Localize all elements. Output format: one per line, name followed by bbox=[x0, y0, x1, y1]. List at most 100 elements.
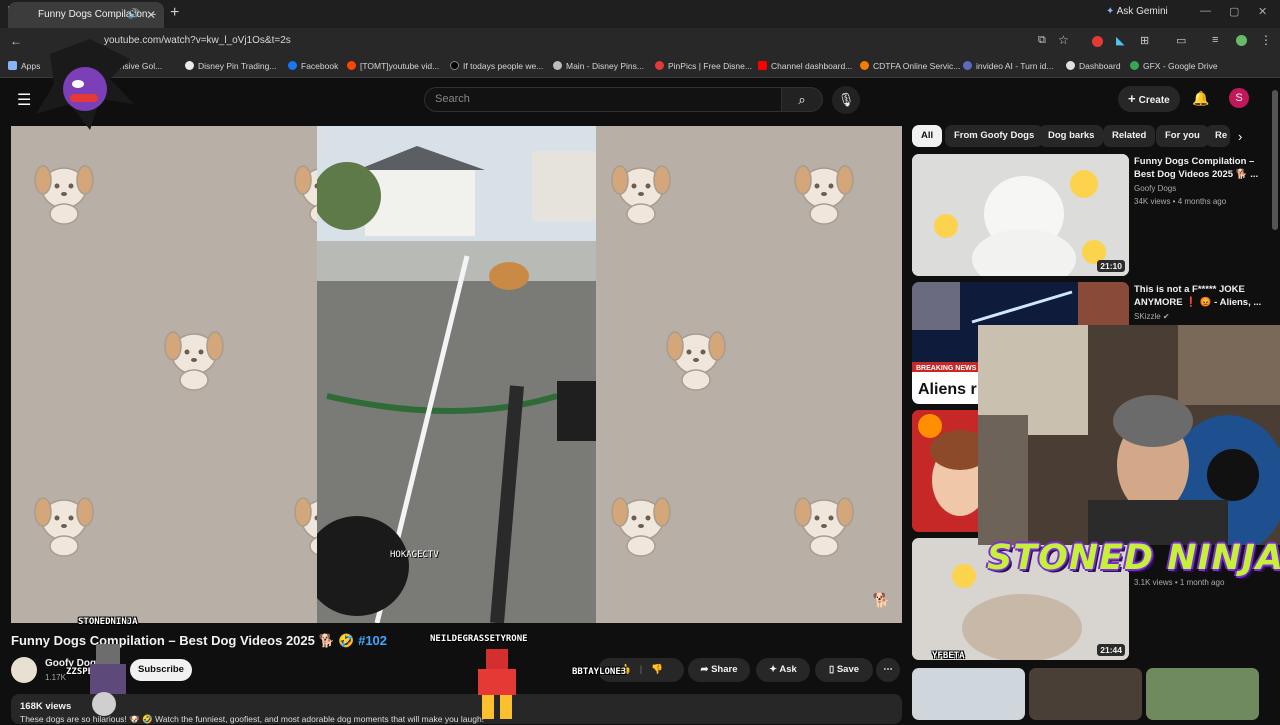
close-tab-icon[interactable]: ✕ bbox=[146, 2, 156, 28]
dog-emoji-icon: 🐕 bbox=[872, 592, 890, 608]
bookmark-label: PinPics | Free Disne... bbox=[668, 61, 752, 71]
thumbs-down-icon[interactable]: 👎 bbox=[651, 664, 663, 675]
page-scrollbar[interactable] bbox=[1272, 90, 1278, 230]
bookmark-item[interactable]: Channel dashboard... bbox=[758, 61, 852, 71]
related-channel[interactable]: Goofy Dogs bbox=[1134, 184, 1176, 193]
window-close-icon[interactable]: ✕ bbox=[1258, 5, 1267, 18]
save-button[interactable]: ▯ Save bbox=[815, 658, 873, 682]
bookmark-item[interactable]: Main - Disney Pins... bbox=[553, 61, 644, 71]
purple-ninja-mascot-icon bbox=[36, 39, 134, 130]
share-button[interactable]: ➦ Share bbox=[688, 658, 750, 682]
related-meta: 34K views • 4 months ago bbox=[1134, 197, 1227, 206]
notifications-bell-icon[interactable]: 🔔 bbox=[1192, 90, 1209, 107]
gemini-icon: ✦ bbox=[1106, 6, 1115, 17]
share-label: Share bbox=[711, 664, 738, 675]
browser-tab[interactable]: Funny Dogs Compilation – 🔊 ✕ bbox=[8, 2, 164, 28]
channel-avatar[interactable] bbox=[11, 657, 37, 683]
chip-from-goofy-dogs[interactable]: From Goofy Dogs bbox=[945, 125, 1044, 147]
address-bar: ← youtube.com/watch?v=kw_l_oVj1Os&t=2s ⧉… bbox=[0, 28, 1280, 56]
bookmark-label: Main - Disney Pins... bbox=[566, 61, 644, 71]
profile-icon[interactable] bbox=[1236, 35, 1247, 46]
shorts-thumbnail[interactable] bbox=[1146, 668, 1259, 720]
bookmark-icon bbox=[185, 61, 194, 70]
bookmark-item[interactable]: invideo AI - Turn id... bbox=[963, 61, 1053, 71]
chevron-right-icon[interactable]: › bbox=[1238, 129, 1242, 144]
related-channel-text: SKizzle bbox=[1134, 312, 1161, 321]
speaker-icon[interactable]: 🔊 bbox=[128, 2, 140, 28]
ask-gemini-label: Ask Gemini bbox=[1116, 6, 1168, 17]
bookmark-label: Disney Pin Trading... bbox=[198, 61, 277, 71]
menu-kebab-icon[interactable]: ⋮ bbox=[1260, 33, 1272, 47]
bookmarks-bar: Apps Co...ensive Gol... Disney Pin Tradi… bbox=[0, 56, 1280, 78]
extensions-puzzle-icon[interactable]: ⊞ bbox=[1140, 34, 1149, 47]
video-player[interactable]: 🐕 bbox=[11, 126, 902, 623]
aliens-label: Aliens r bbox=[918, 381, 977, 398]
related-channel[interactable]: SKizzle ✔ bbox=[1134, 312, 1170, 321]
facebook-icon bbox=[288, 61, 297, 70]
bookmark-item[interactable]: CDTFA Online Servic... bbox=[860, 61, 960, 71]
bookmark-label: Facebook bbox=[301, 61, 339, 71]
minimize-icon[interactable]: — bbox=[1200, 5, 1211, 17]
bookmark-label: Channel dashboard... bbox=[771, 61, 853, 71]
user-avatar[interactable]: S bbox=[1229, 88, 1249, 108]
share-icon: ➦ bbox=[700, 664, 709, 675]
chat-name-overlay: STONEDNINJA bbox=[78, 617, 138, 627]
chip-more[interactable]: Re bbox=[1206, 125, 1230, 147]
bookmark-item[interactable]: PinPics | Free Disne... bbox=[655, 61, 752, 71]
chip-dog-barks[interactable]: Dog barks bbox=[1039, 125, 1104, 147]
bookmark-icon bbox=[860, 61, 869, 70]
media-controls-icon[interactable]: ≡ bbox=[1212, 34, 1218, 46]
bookmark-item[interactable]: [TOMT]youtube vid... bbox=[347, 61, 439, 71]
shorts-thumbnail[interactable] bbox=[912, 668, 1025, 720]
chip-related[interactable]: Related bbox=[1103, 125, 1156, 147]
search-input[interactable]: Search bbox=[424, 87, 782, 112]
extension-blue-icon[interactable]: ◣ bbox=[1116, 34, 1124, 47]
search-icon[interactable]: ⌕ bbox=[781, 87, 823, 112]
yard-scene bbox=[317, 126, 596, 623]
bookmark-label: CDTFA Online Servic... bbox=[873, 61, 961, 71]
view-count: 168K views bbox=[20, 701, 72, 712]
maximize-icon[interactable]: ▢ bbox=[1229, 5, 1239, 18]
bookmark-item[interactable]: GFX - Google Drive bbox=[1130, 61, 1218, 71]
subscribe-button[interactable]: Subscribe bbox=[130, 659, 192, 681]
related-thumbnail[interactable]: 21:10 bbox=[912, 154, 1129, 276]
shorts-thumbnail[interactable] bbox=[1029, 668, 1142, 720]
youtube-icon bbox=[758, 61, 767, 70]
back-arrow-icon[interactable]: ← bbox=[10, 34, 22, 48]
pinpics-icon bbox=[655, 61, 664, 70]
dog-video-clip bbox=[317, 126, 596, 623]
youtube-header: ☰ Search ⌕ 🎙 + Create 🔔 S bbox=[0, 78, 1280, 122]
bookmark-item[interactable]: Disney Pin Trading... bbox=[185, 61, 276, 71]
microphone-icon[interactable]: 🎙 bbox=[832, 86, 860, 114]
bookmark-label: Dashboard bbox=[1079, 61, 1121, 71]
ask-gemini-button[interactable]: ✦ Ask Gemini bbox=[1106, 6, 1168, 17]
chip-all[interactable]: All bbox=[912, 125, 943, 147]
video-duration: 21:10 bbox=[1097, 260, 1125, 272]
streamer-webcam bbox=[978, 325, 1280, 545]
ask-button[interactable]: ✦ Ask bbox=[756, 658, 810, 682]
create-button[interactable]: + Create bbox=[1118, 86, 1180, 112]
save-playlist-icon: ▯ bbox=[828, 664, 835, 675]
bookmark-star-icon[interactable]: ☆ bbox=[1058, 33, 1069, 47]
red-robot-sprite-icon bbox=[478, 649, 516, 719]
bookmark-label: invideo AI - Turn id... bbox=[976, 61, 1054, 71]
bookmark-icon bbox=[1066, 61, 1075, 70]
bookmark-label: [TOMT]youtube vid... bbox=[360, 61, 440, 71]
chip-for-you[interactable]: For you bbox=[1156, 125, 1209, 147]
tiktok-icon bbox=[450, 61, 459, 70]
more-actions-icon[interactable]: ⋯ bbox=[876, 658, 900, 682]
cast-icon[interactable]: ⧉ bbox=[1038, 34, 1046, 47]
video-duration: 21:44 bbox=[1097, 644, 1125, 656]
related-title[interactable]: Funny Dogs Compilation – Best Dog Videos… bbox=[1134, 155, 1266, 181]
chat-name-overlay: BBTAYLONE3 bbox=[572, 667, 627, 677]
verified-check-icon: ✔ bbox=[1162, 312, 1170, 321]
sidepanel-icon[interactable]: ▭ bbox=[1176, 34, 1186, 47]
bookmark-item[interactable]: If todays people we... bbox=[450, 61, 543, 71]
video-hashtag[interactable]: #102 bbox=[358, 633, 387, 648]
bookmark-item[interactable]: Facebook bbox=[288, 61, 338, 71]
related-title[interactable]: This is not a F***** JOKE ANYMORE ❗ 😡 - … bbox=[1134, 283, 1266, 309]
new-tab-icon[interactable]: + bbox=[170, 4, 179, 22]
extension-red-icon[interactable] bbox=[1092, 36, 1103, 47]
bookmark-label: GFX - Google Drive bbox=[1143, 61, 1218, 71]
bookmark-item[interactable]: Dashboard bbox=[1066, 61, 1121, 71]
